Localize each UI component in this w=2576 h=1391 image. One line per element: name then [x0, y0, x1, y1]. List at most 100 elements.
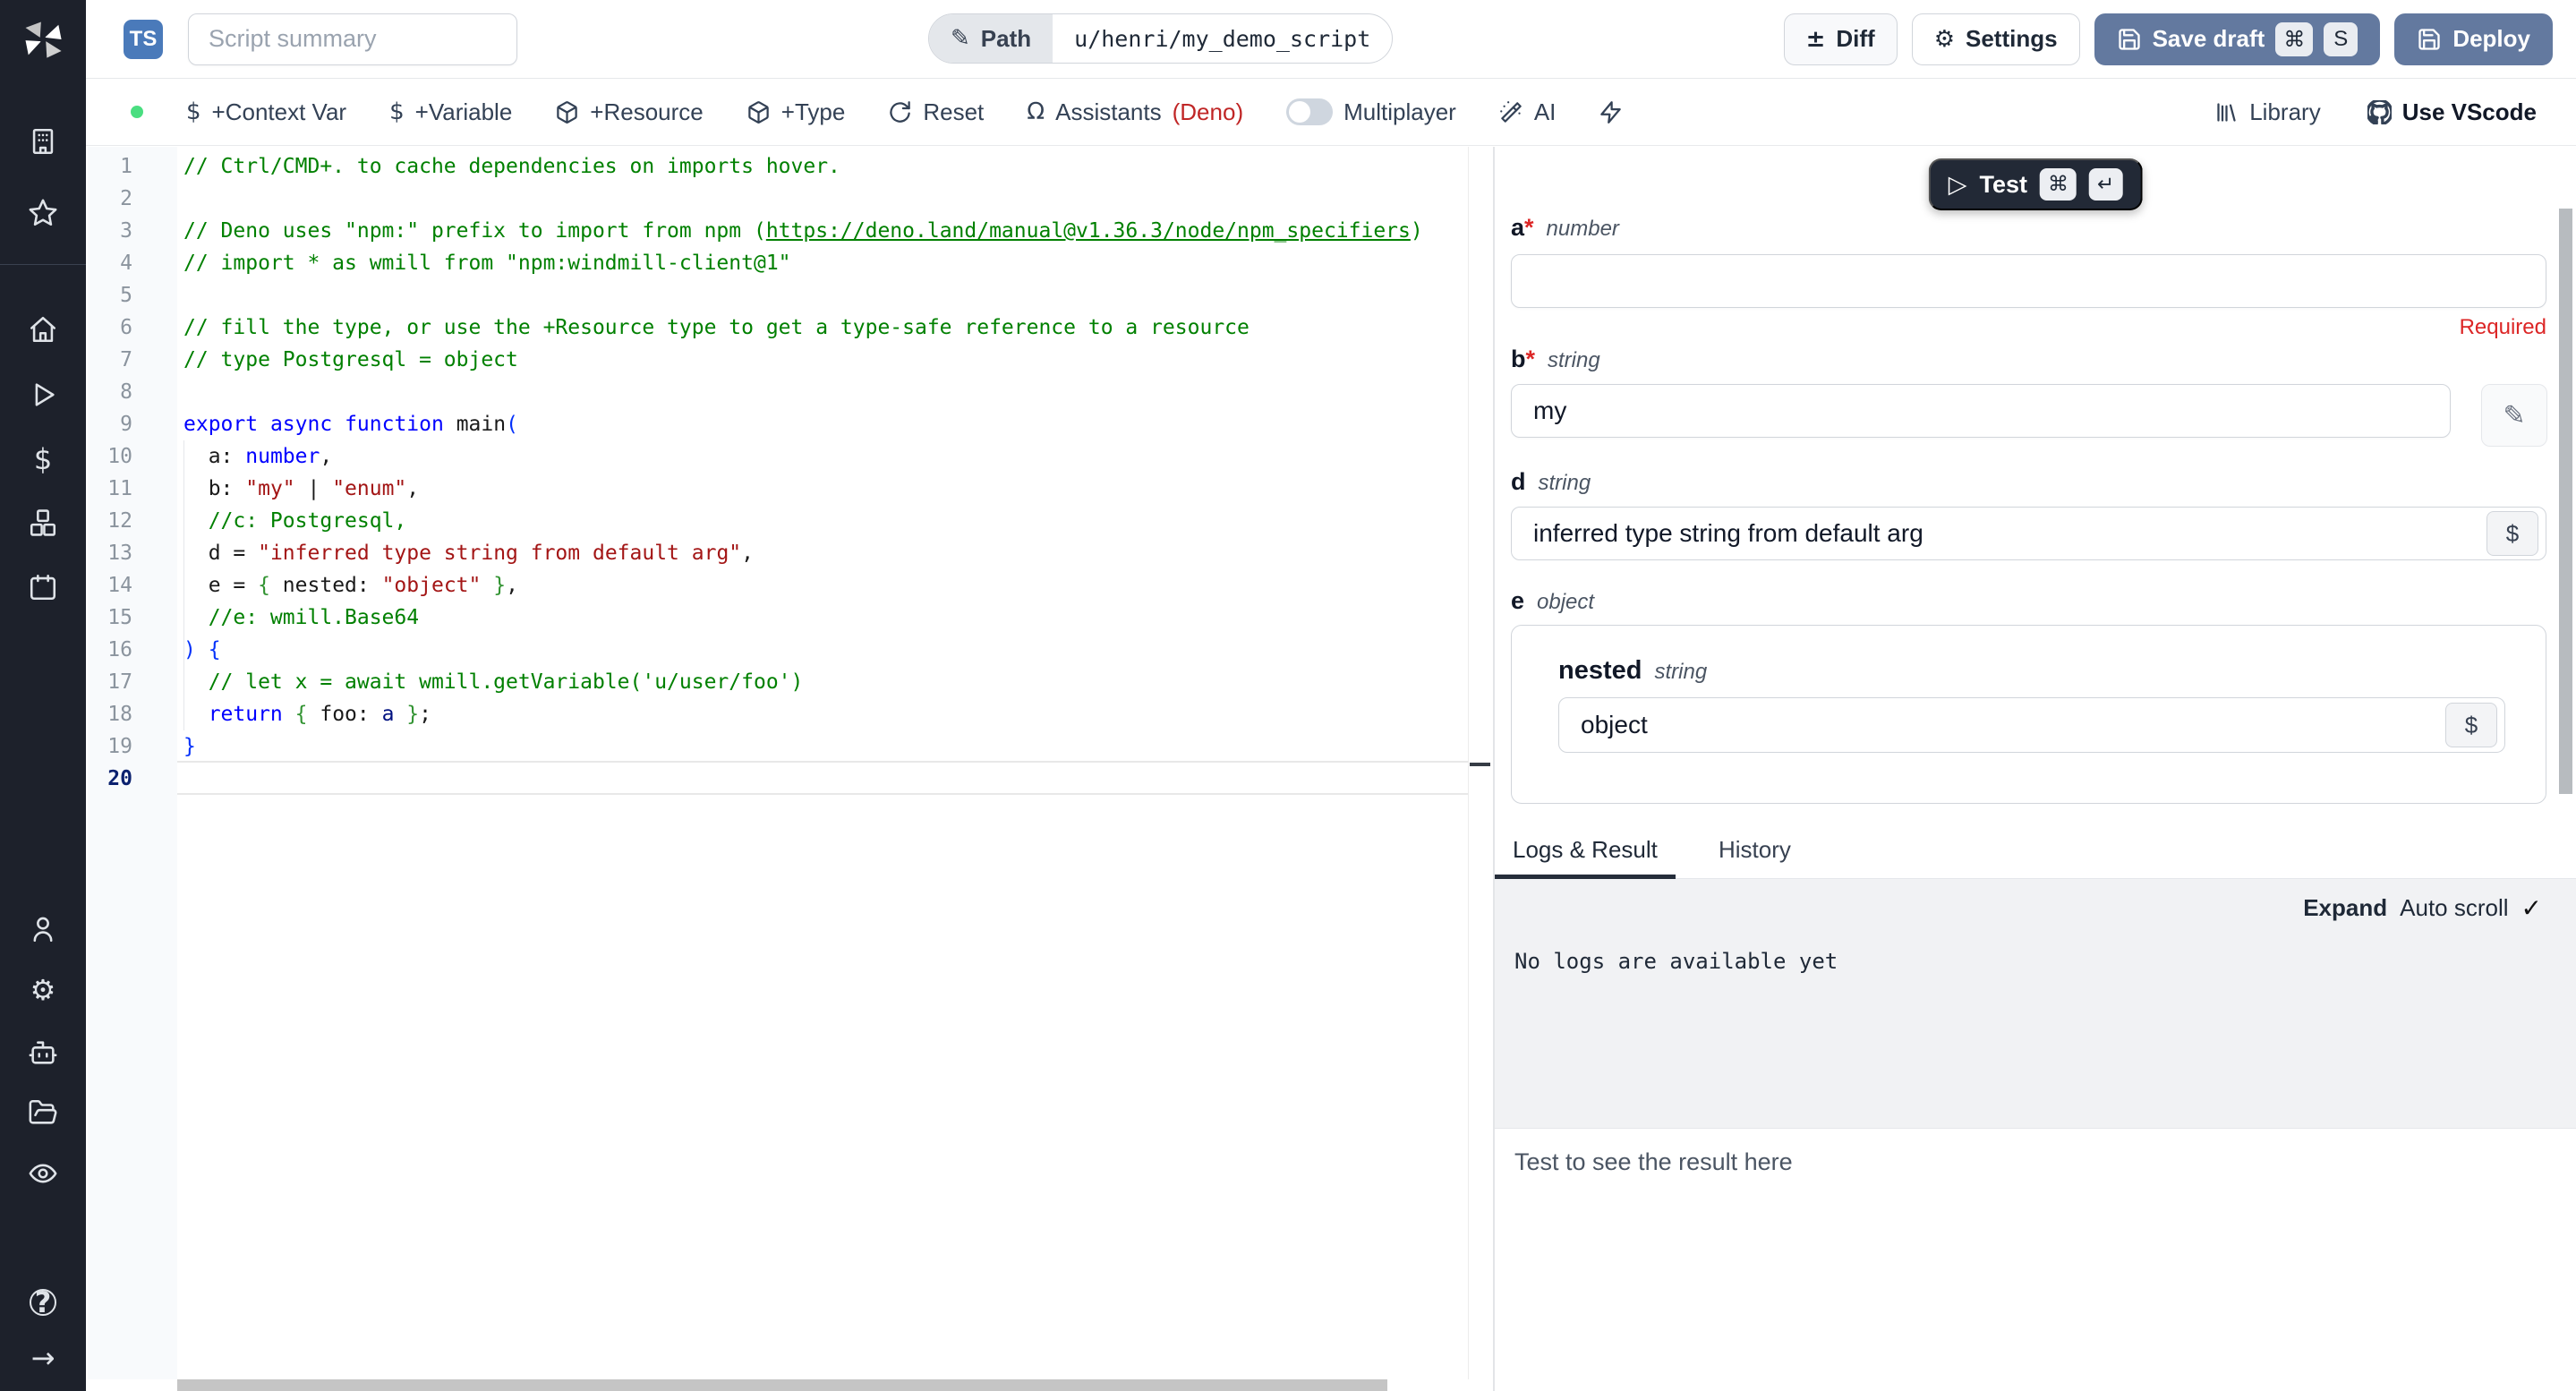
test-button[interactable]: ▷ Test ⌘ ↵ [1928, 158, 2143, 210]
sidebar-item-users[interactable] [28, 914, 58, 944]
sidebar-item-workspace[interactable] [28, 126, 58, 157]
code-line[interactable]: 16) { [86, 634, 1493, 666]
windmill-logo-icon[interactable] [20, 16, 66, 63]
add-context-var-button[interactable]: $ +Context Var [186, 98, 346, 126]
path-pill[interactable]: ✎ Path u/henri/my_demo_script [928, 13, 1394, 64]
code-editor[interactable]: 1 // Ctrl/CMD+. to cache dependencies on … [86, 147, 1493, 1391]
add-type-button[interactable]: +Type [746, 98, 846, 126]
field-b-edit-button[interactable]: ✎ [2481, 384, 2547, 447]
field-a-input[interactable] [1511, 254, 2546, 308]
path-label-segment[interactable]: ✎ Path [929, 14, 1053, 63]
script-summary-input[interactable] [188, 13, 517, 65]
calendar-icon [30, 574, 56, 601]
sidebar-item-schedules[interactable] [28, 572, 58, 602]
code-line[interactable]: 10 a: number, [86, 440, 1493, 473]
sidebar-item-workers[interactable] [28, 1037, 58, 1068]
form-scrollbar[interactable] [2559, 209, 2572, 794]
line-number: 13 [107, 542, 132, 565]
add-type-label: +Type [780, 98, 846, 125]
code-line[interactable]: 19} [86, 730, 1493, 763]
multiplayer-toggle[interactable]: Multiplayer [1286, 98, 1456, 126]
code-line[interactable]: 13 d = "inferred type string from defaul… [86, 537, 1493, 569]
sidebar-item-folders[interactable] [28, 1097, 58, 1128]
field-nested-input[interactable] [1558, 697, 2505, 753]
bottom-tabs: Logs & Result History [1495, 836, 2576, 880]
toggle-off[interactable] [1286, 98, 1334, 125]
tab-logs-result[interactable]: Logs & Result [1513, 836, 1658, 864]
code-line[interactable]: 3 // Deno uses "npm:" prefix to import fr… [86, 215, 1493, 247]
code-text: // fill the type, or use the +Resource t… [183, 316, 1250, 339]
save-draft-button[interactable]: Save draft ⌘ S [2094, 13, 2381, 65]
code-line[interactable]: 7 // type Postgresql = object [86, 344, 1493, 376]
sidebar-item-collapse[interactable]: → [28, 1343, 58, 1373]
ai-button[interactable]: AI [1499, 98, 1556, 126]
quick-actions-button[interactable] [1599, 100, 1623, 124]
code-text: b: "my" | "enum", [183, 477, 420, 500]
code-line[interactable]: 6 // fill the type, or use the +Resource … [86, 311, 1493, 344]
field-b-label: b* string [1511, 346, 1600, 372]
library-button[interactable]: Library [2214, 98, 2321, 126]
diff-button[interactable]: ± Diff [1783, 13, 1898, 65]
add-variable-button[interactable]: $ +Variable [389, 98, 512, 126]
sidebar-item-help[interactable]: ? [28, 1287, 58, 1318]
field-d-wrap: $ [1511, 507, 2546, 560]
code-text: } [183, 735, 196, 758]
settings-button[interactable]: ⚙ Settings [1911, 13, 2080, 65]
use-vscode-button[interactable]: Use VScode [2367, 98, 2537, 126]
code-text: // let x = await wmill.getVariable('u/us… [183, 670, 804, 694]
line-number: 15 [107, 606, 132, 629]
field-b-input[interactable] [1511, 384, 2451, 438]
save-draft-label: Save draft [2152, 25, 2265, 52]
line-number: 17 [107, 670, 132, 694]
code-line[interactable]: 11 b: "my" | "enum", [86, 473, 1493, 505]
code-line[interactable]: 9 export async function main( [86, 408, 1493, 440]
field-d-input[interactable] [1511, 507, 2546, 560]
horizontal-scrollbar[interactable] [177, 1379, 1387, 1391]
tab-history[interactable]: History [1719, 836, 1791, 864]
code-line[interactable]: 17 // let x = await wmill.getVariable('u… [86, 666, 1493, 698]
sidebar-item-audit-logs[interactable] [28, 1158, 58, 1189]
field-nested-var-picker-button[interactable]: $ [2445, 703, 2497, 747]
line-number: 2 [120, 187, 132, 210]
code-line[interactable]: 2 [86, 183, 1493, 215]
field-d-var-picker-button[interactable]: $ [2486, 511, 2538, 556]
bolt-icon [1600, 100, 1622, 124]
sidebar-item-favorites[interactable] [28, 198, 58, 228]
line-number: 3 [120, 219, 132, 243]
add-resource-button[interactable]: +Resource [555, 98, 704, 126]
library-label: Library [2249, 98, 2321, 125]
runtime-badge: (Deno) [1172, 98, 1244, 125]
field-a-label: a* number [1511, 214, 1619, 241]
test-panel: ▷ Test ⌘ ↵ a*number Required b*string ✎ … [1495, 147, 2576, 1391]
code-line[interactable]: 12 //c: Postgresql, [86, 505, 1493, 537]
reset-button[interactable]: Reset [888, 98, 984, 126]
sidebar-item-variables[interactable]: $ [28, 444, 58, 474]
deploy-label: Deploy [2452, 25, 2530, 52]
code-line[interactable]: 1 // Ctrl/CMD+. to cache dependencies on … [86, 150, 1493, 183]
code-text: // import * as wmill from "npm:windmill-… [183, 252, 791, 275]
code-line[interactable]: 15 //e: wmill.Base64 [86, 602, 1493, 634]
header-actions: ± Diff ⚙ Settings Save draft ⌘ S Deploy [1783, 13, 2553, 65]
code-line[interactable]: 20 [86, 763, 1493, 795]
code-line[interactable]: 8 [86, 376, 1493, 408]
code-line[interactable]: 14 e = { nested: "object" }, [86, 569, 1493, 602]
expand-button[interactable]: Expand [2303, 894, 2387, 922]
path-label: Path [980, 24, 1032, 52]
line-number: 8 [120, 380, 132, 404]
deploy-button[interactable]: Deploy [2394, 13, 2553, 65]
code-text: // Deno uses "npm:" prefix to import fro… [183, 219, 1423, 243]
sidebar-item-settings[interactable]: ⚙ [28, 975, 58, 1005]
code-line[interactable]: 4 // import * as wmill from "npm:windmill… [86, 247, 1493, 279]
assistants-button[interactable]: Ω Assistants (Deno) [1027, 98, 1243, 126]
auto-scroll-checkbox[interactable]: ✓ [2521, 893, 2542, 923]
auto-scroll-label[interactable]: Auto scroll [2400, 894, 2508, 922]
sidebar-item-resources[interactable] [28, 508, 58, 538]
sidebar-item-home[interactable] [28, 314, 58, 345]
line-number: 7 [120, 348, 132, 371]
diff-label: Diff [1836, 25, 1875, 52]
sidebar-item-runs[interactable] [28, 380, 58, 410]
code-line[interactable]: 18 return { foo: a }; [86, 698, 1493, 730]
line-number: 12 [107, 509, 132, 533]
code-line[interactable]: 5 [86, 279, 1493, 311]
star-icon [29, 199, 57, 226]
